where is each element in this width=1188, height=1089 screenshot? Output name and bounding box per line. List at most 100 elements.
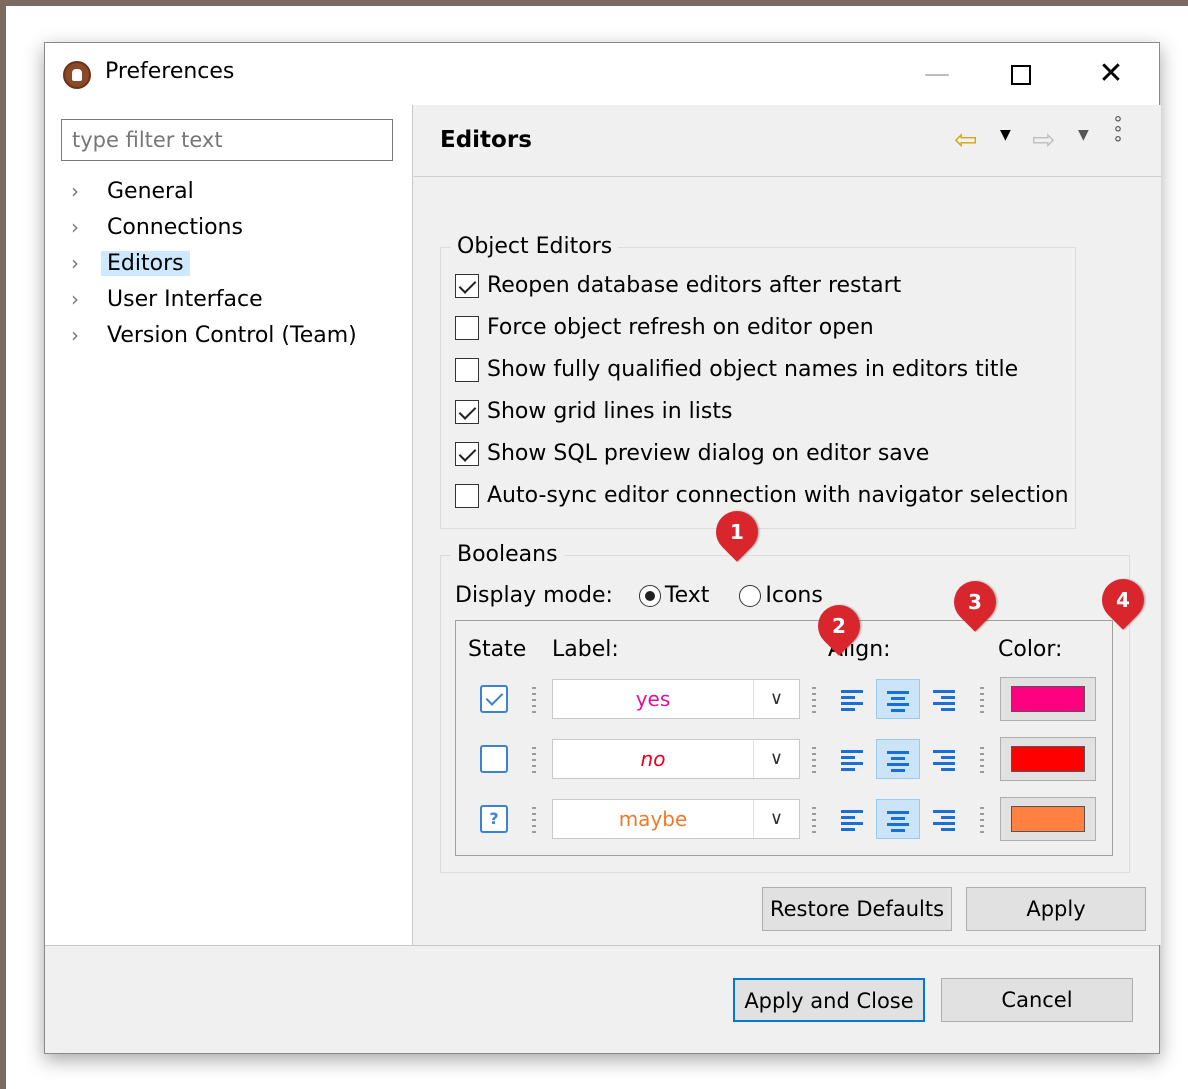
arrow-right-icon[interactable]: ⇨ xyxy=(1032,123,1055,156)
minimize-button[interactable]: — xyxy=(907,49,967,99)
align-center-button[interactable] xyxy=(876,799,920,839)
arrow-left-icon[interactable]: ⇦ xyxy=(954,123,977,156)
chevron-down-icon[interactable]: ∨ xyxy=(753,740,799,778)
grip-handle xyxy=(812,747,816,773)
tree-item-label: General xyxy=(107,179,194,204)
tree-item-user-interface[interactable]: › User Interface xyxy=(71,281,363,317)
object-editors-group: Object Editors Reopen database editors a… xyxy=(440,234,1076,529)
align-left-button[interactable] xyxy=(830,739,874,779)
close-button[interactable]: ✕ xyxy=(1081,49,1141,99)
tree-item-editors[interactable]: › Editors xyxy=(71,245,363,281)
label-value[interactable]: maybe xyxy=(553,800,753,838)
label-value[interactable]: no xyxy=(553,740,753,778)
checkbox[interactable] xyxy=(455,274,479,298)
option-label: Show fully qualified object names in edi… xyxy=(487,357,1019,382)
filter-input[interactable] xyxy=(61,119,393,161)
radio-text-label[interactable]: Text xyxy=(665,583,710,608)
column-header-label: Label: xyxy=(552,637,619,662)
align-center-button[interactable] xyxy=(876,739,920,779)
option-auto-sync[interactable]: Auto-sync editor connection with navigat… xyxy=(455,480,1069,512)
preferences-tree: › General › Connections › Editors › User Int… xyxy=(71,173,363,353)
grip-handle xyxy=(532,807,536,833)
marker-number: 3 xyxy=(968,590,982,614)
grip-handle xyxy=(812,807,816,833)
maximize-icon xyxy=(1011,64,1031,85)
grip-handle xyxy=(980,747,984,773)
checkbox[interactable] xyxy=(455,316,479,340)
align-right-button[interactable] xyxy=(922,679,966,719)
align-right-icon xyxy=(933,748,955,771)
option-label: Reopen database editors after restart xyxy=(487,273,902,298)
back-dropdown-icon[interactable]: ▼ xyxy=(1000,127,1011,143)
table-row: no ∨ xyxy=(456,735,1112,785)
radio-text[interactable] xyxy=(638,585,661,607)
chevron-right-icon[interactable]: › xyxy=(71,173,101,209)
forward-dropdown-icon[interactable]: ▼ xyxy=(1078,127,1089,143)
marker-number: 2 xyxy=(832,614,846,638)
grip-handle xyxy=(980,807,984,833)
view-menu-icon[interactable]: ° ° ° xyxy=(1112,115,1124,153)
checkbox[interactable] xyxy=(455,358,479,382)
apply-and-close-button[interactable]: Apply and Close xyxy=(733,978,925,1022)
tree-item-general[interactable]: › General xyxy=(71,173,363,209)
tree-item-version-control[interactable]: › Version Control (Team) xyxy=(71,317,363,353)
maximize-button[interactable] xyxy=(991,49,1051,99)
option-grid-lines[interactable]: Show grid lines in lists xyxy=(455,396,732,428)
color-picker-button[interactable] xyxy=(1000,677,1096,721)
align-center-button[interactable] xyxy=(876,679,920,719)
align-right-icon xyxy=(933,688,955,711)
title-bar: Preferences — ✕ xyxy=(45,43,1159,105)
grip-handle xyxy=(980,687,984,713)
grip-handle xyxy=(532,687,536,713)
option-force-refresh[interactable]: Force object refresh on editor open xyxy=(455,312,874,344)
checkbox[interactable] xyxy=(455,484,479,508)
checkbox[interactable] xyxy=(455,400,479,424)
tree-item-label: Editors xyxy=(101,251,190,276)
color-picker-button[interactable] xyxy=(1000,797,1096,841)
option-label: Force object refresh on editor open xyxy=(487,315,874,340)
align-center-icon xyxy=(887,689,909,712)
tree-item-connections[interactable]: › Connections xyxy=(71,209,363,245)
align-right-button[interactable] xyxy=(922,799,966,839)
chevron-down-icon[interactable]: ∨ xyxy=(753,680,799,718)
radio-icons-label[interactable]: Icons xyxy=(765,583,822,608)
option-qualified-names[interactable]: Show fully qualified object names in edi… xyxy=(455,354,1018,386)
table-row: ? maybe ∨ xyxy=(456,795,1112,845)
option-reopen-editors[interactable]: Reopen database editors after restart xyxy=(455,270,901,302)
display-mode-label: Display mode: xyxy=(455,583,613,608)
align-left-icon xyxy=(841,688,863,711)
color-swatch xyxy=(1011,686,1085,712)
option-sql-preview[interactable]: Show SQL preview dialog on editor save xyxy=(455,438,929,470)
chevron-right-icon[interactable]: › xyxy=(71,317,101,353)
radio-icons[interactable] xyxy=(739,585,762,607)
label-combo[interactable]: maybe ∨ xyxy=(552,799,800,839)
preferences-navigation: ›General ›Connections ›Editors ›User Int… xyxy=(45,105,413,945)
column-header-state: State xyxy=(468,637,527,662)
align-left-icon xyxy=(841,808,863,831)
chevron-right-icon[interactable]: › xyxy=(71,281,101,317)
label-combo[interactable]: no ∨ xyxy=(552,739,800,779)
callout-marker-1: 1 xyxy=(707,502,767,565)
apply-button[interactable]: Apply xyxy=(966,887,1146,931)
checkbox[interactable] xyxy=(455,442,479,466)
chevron-right-icon[interactable]: › xyxy=(71,209,101,245)
color-picker-button[interactable] xyxy=(1000,737,1096,781)
cancel-button[interactable]: Cancel xyxy=(941,978,1133,1022)
state-unchecked-icon xyxy=(480,745,508,773)
booleans-group: Booleans Display mode: Text Icons State … xyxy=(440,542,1130,873)
page-title: Editors xyxy=(440,127,532,153)
color-swatch xyxy=(1011,806,1085,832)
align-center-icon xyxy=(887,749,909,772)
label-combo[interactable]: yes ∨ xyxy=(552,679,800,719)
restore-defaults-button[interactable]: Restore Defaults xyxy=(762,887,952,931)
marker-number: 1 xyxy=(730,520,744,544)
align-left-button[interactable] xyxy=(830,799,874,839)
page-header: Editors ⇦ ▼ ⇨ ▼ ° ° ° xyxy=(414,105,1161,177)
column-header-color: Color: xyxy=(998,637,1063,662)
align-left-button[interactable] xyxy=(830,679,874,719)
chevron-down-icon[interactable]: ∨ xyxy=(753,800,799,838)
chevron-right-icon[interactable]: › xyxy=(71,245,101,281)
align-right-button[interactable] xyxy=(922,739,966,779)
label-value[interactable]: yes xyxy=(553,680,753,718)
preferences-dialog: Preferences — ✕ ›General ›Connections ›E… xyxy=(44,42,1161,1054)
